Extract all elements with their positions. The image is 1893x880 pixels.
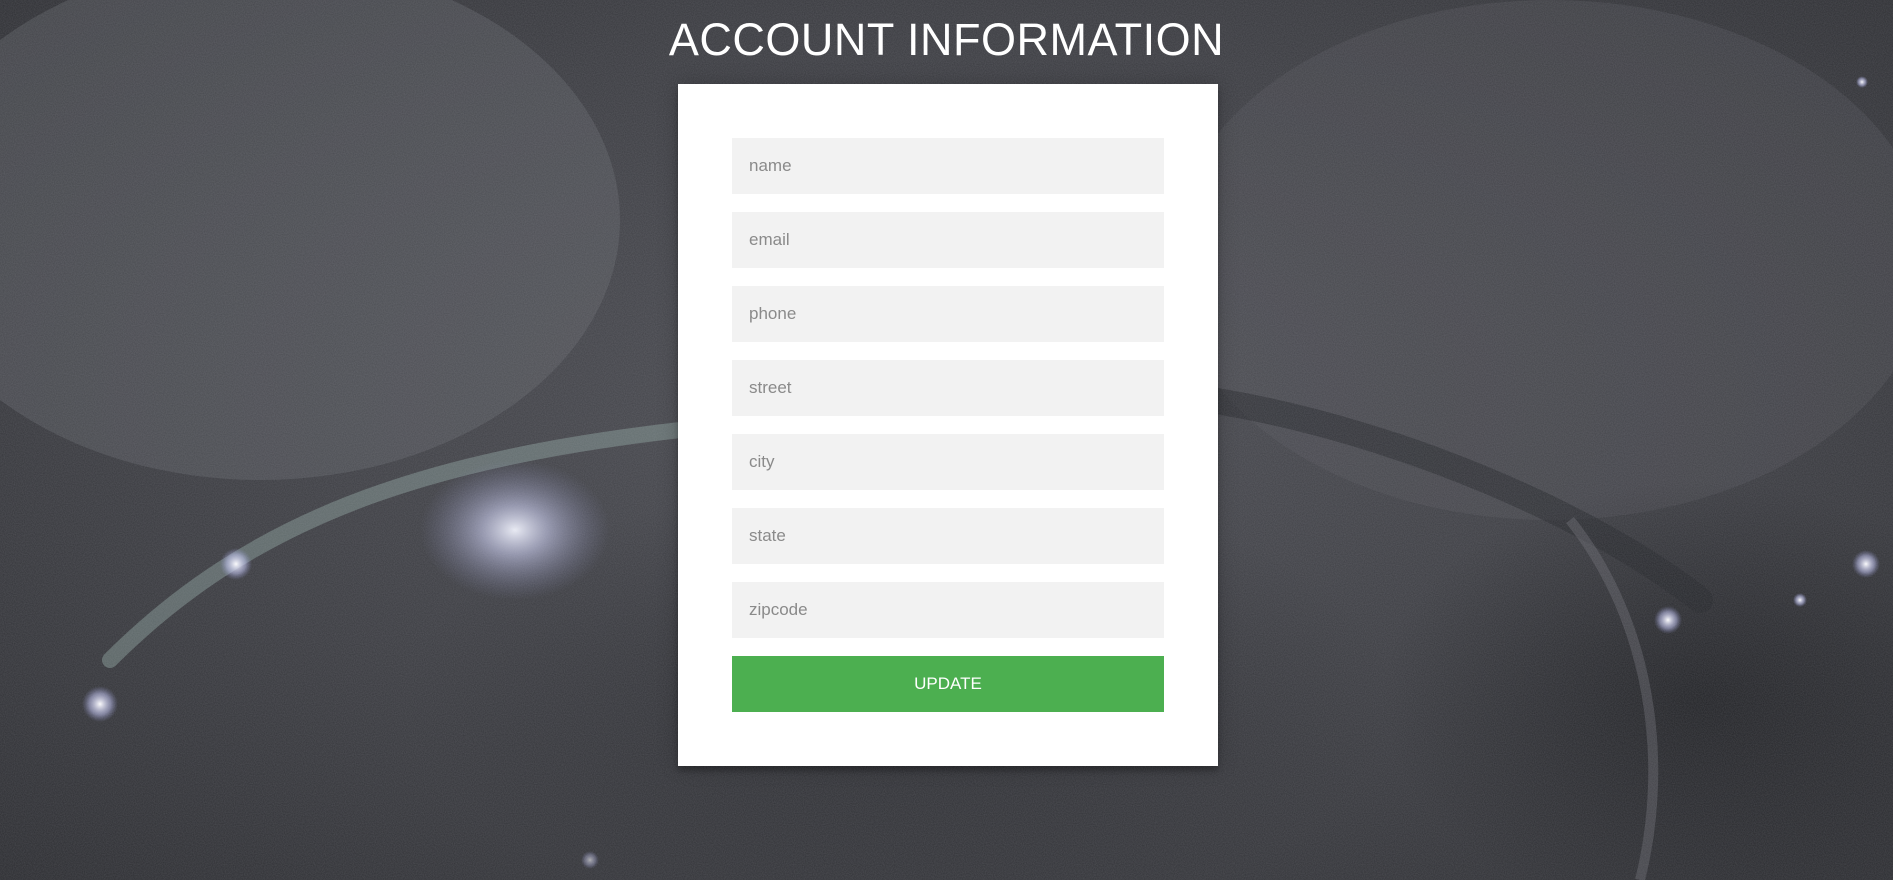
email-field[interactable] — [732, 212, 1164, 268]
street-field[interactable] — [732, 360, 1164, 416]
phone-field[interactable] — [732, 286, 1164, 342]
account-form: UPDATE — [678, 84, 1218, 766]
page-title: ACCOUNT INFORMATION — [668, 14, 1225, 65]
name-field[interactable] — [732, 138, 1164, 194]
state-field[interactable] — [732, 508, 1164, 564]
update-button[interactable]: UPDATE — [732, 656, 1164, 712]
zipcode-field[interactable] — [732, 582, 1164, 638]
city-field[interactable] — [732, 434, 1164, 490]
